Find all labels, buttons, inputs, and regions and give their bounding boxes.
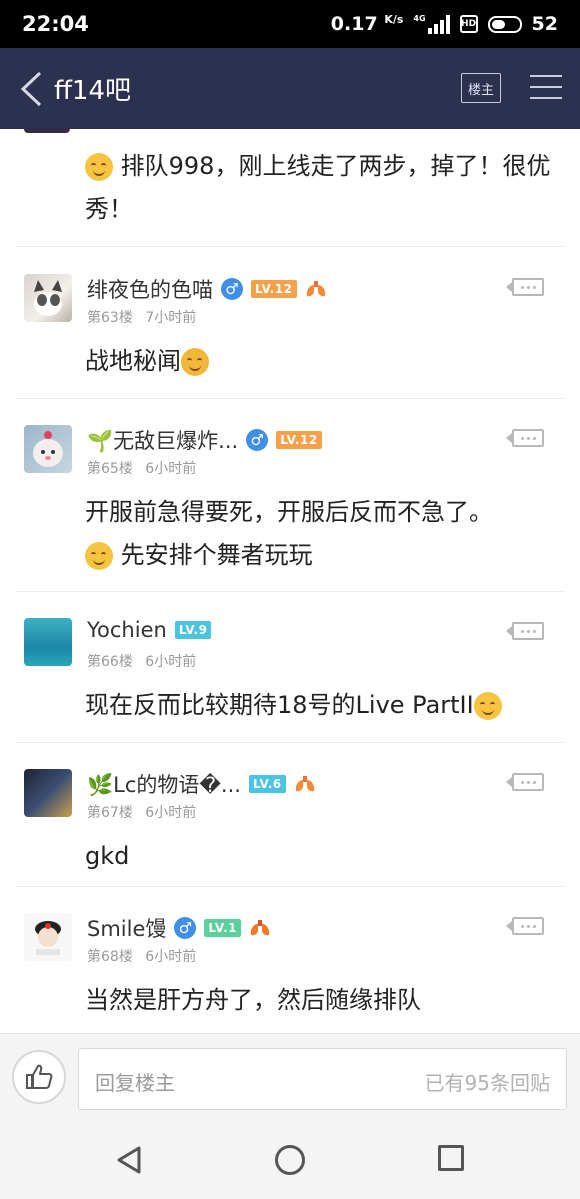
status-time: 22:04: [22, 12, 89, 36]
username-row: 🌿Lc的物语�... LV.6: [87, 769, 316, 799]
battery-level: 52: [531, 13, 558, 35]
username[interactable]: 🌿Lc的物语�...: [87, 769, 241, 799]
floor-number: 第63楼: [87, 310, 133, 326]
floor-number: 第66楼: [87, 654, 133, 670]
lungs-badge-icon: [306, 281, 325, 297]
divider: [16, 246, 564, 247]
post-content: gkd: [85, 842, 130, 870]
lungs-badge-icon: [250, 920, 270, 936]
post-meta: 第63楼 7小时前: [87, 307, 204, 327]
post-content: 战地秘闻: [85, 340, 555, 383]
post-time: 7小时前: [145, 310, 197, 326]
back-chevron-icon[interactable]: [18, 70, 44, 108]
username[interactable]: 🌱无敌巨爆炸...: [87, 425, 238, 455]
divider: [16, 886, 564, 887]
post-time: 6小时前: [145, 461, 197, 477]
username[interactable]: Smile馒: [87, 913, 166, 943]
forum-title: ff14吧: [54, 76, 131, 106]
username[interactable]: 绯夜色的色喵: [87, 274, 213, 304]
reply-comment-icon[interactable]: [506, 622, 544, 640]
post-content: 现在反而比较期待18号的Live PartII: [85, 684, 555, 727]
divider: [16, 591, 564, 592]
system-back-icon[interactable]: [115, 1145, 143, 1175]
status-right: 0.17 K/s 4G HD 52: [331, 13, 558, 35]
level-badge: LV.12: [251, 280, 297, 298]
username-row: 🌱无敌巨爆炸... ♂ LV.12: [87, 425, 322, 455]
post-meta: 第68楼 6小时前: [87, 946, 204, 966]
smile-emoji-icon: [473, 692, 502, 720]
reply-placeholder: 回复楼主: [95, 1071, 175, 1095]
male-gender-icon: ♂: [221, 278, 243, 300]
system-home-icon[interactable]: [275, 1145, 305, 1175]
angry-emoji-icon: [181, 348, 209, 376]
reply-comment-icon[interactable]: [506, 773, 544, 791]
system-recents-icon[interactable]: [438, 1145, 464, 1171]
divider: [16, 742, 564, 743]
level-badge: LV.9: [174, 621, 212, 639]
reply-input[interactable]: 回复楼主 已有95条回贴: [78, 1048, 567, 1110]
battery-icon: [487, 15, 522, 33]
reply-comment-icon[interactable]: [506, 278, 544, 296]
smile-emoji-icon: [85, 542, 113, 570]
post-meta: 第67楼 6小时前: [87, 802, 204, 822]
floor-number: 第65楼: [87, 461, 133, 477]
post-time: 6小时前: [145, 805, 197, 821]
divider: [16, 398, 564, 399]
clipped-post-header: [0, 129, 580, 133]
thumbs-up-icon: [26, 1064, 53, 1089]
floor-number: 第67楼: [87, 805, 133, 821]
floor-number: 第68楼: [87, 949, 133, 965]
smile-emoji-icon: [85, 153, 113, 181]
avatar[interactable]: [24, 274, 72, 322]
avatar[interactable]: [24, 769, 72, 817]
post-content: 开服前急得要死，开服后反而不急了。 先安排个舞者玩玩: [85, 498, 493, 570]
top-nav-bar: ff14吧 楼主: [0, 48, 580, 129]
post-meta: 第66楼 6小时前: [87, 651, 204, 671]
post-content: 当然是肝方舟了，然后随缘排队: [85, 986, 421, 1014]
post-time: 6小时前: [145, 949, 197, 965]
male-gender-icon: ♂: [174, 917, 197, 939]
avatar[interactable]: [24, 618, 72, 666]
username-row: Yochien LV.9: [87, 618, 212, 642]
system-nav-bar: [0, 1121, 580, 1199]
avatar[interactable]: [24, 913, 72, 961]
like-button[interactable]: [12, 1050, 66, 1104]
reply-bar: 回复楼主 已有95条回贴: [0, 1033, 580, 1122]
reply-comment-icon[interactable]: [506, 429, 544, 447]
username-row: Smile馒 ♂ LV.1: [87, 913, 271, 943]
post-time: 6小时前: [145, 654, 197, 670]
lungs-badge-icon: [295, 776, 314, 792]
post-meta: 第65楼 6小时前: [87, 458, 204, 478]
male-gender-icon: ♂: [246, 429, 269, 451]
post-content: 排队998，刚上线走了两步，掉了！很优秀！: [85, 152, 551, 223]
reply-count: 已有95条回贴: [424, 1071, 550, 1095]
hamburger-icon[interactable]: [530, 75, 562, 101]
only-owner-button[interactable]: 楼主: [461, 73, 501, 103]
level-badge: LV.6: [248, 775, 286, 793]
status-bar: 22:04 0.17 K/s 4G HD 52: [0, 0, 580, 48]
network-speed: 0.17 K/s: [330, 13, 404, 35]
reply-comment-icon[interactable]: [506, 917, 544, 935]
username[interactable]: Yochien: [87, 618, 167, 642]
username-row: 绯夜色的色喵 ♂ LV.12: [87, 274, 327, 304]
level-badge: LV.1: [204, 919, 242, 937]
level-badge: LV.12: [276, 431, 322, 449]
avatar[interactable]: [24, 425, 72, 473]
reply-feed[interactable]: 排队998，刚上线走了两步，掉了！很优秀！ 绯夜色的色喵 ♂ LV.12 第63…: [0, 129, 580, 1033]
signal-icon: 4G: [413, 14, 450, 34]
hd-icon: HD: [459, 15, 478, 33]
